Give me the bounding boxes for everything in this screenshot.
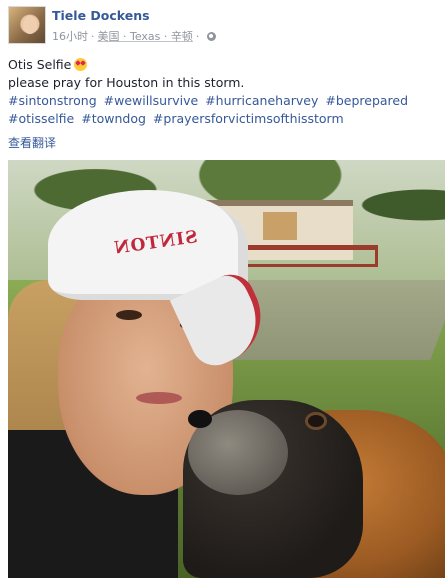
globe-icon[interactable] — [207, 31, 217, 41]
author-avatar[interactable] — [8, 6, 46, 44]
photo-dog-nose — [188, 410, 212, 428]
post-photo[interactable]: SINTON — [8, 160, 445, 578]
photo-woman-mouth — [136, 392, 182, 404]
post-line-1: Otis Selfie — [8, 56, 440, 74]
photo-woman-eye-left — [116, 310, 142, 320]
photo-dog-eye — [308, 415, 324, 427]
hashtag-link[interactable]: #towndog — [81, 111, 146, 126]
meta-separator: · — [91, 29, 95, 43]
heart-eyes-emoji-icon — [74, 58, 88, 71]
hashtag-list: #sintonstrong #wewillsurvive #hurricaneh… — [8, 92, 440, 128]
photo-dog — [183, 390, 445, 578]
hashtag-link[interactable]: #wewillsurvive — [104, 93, 199, 108]
post-text: Otis Selfie please pray for Houston in t… — [8, 56, 440, 128]
hashtag-link[interactable]: #otisselfie — [8, 111, 74, 126]
hashtag-link[interactable]: #beprepared — [325, 93, 408, 108]
hashtag-link[interactable]: #prayersforvictimsofthisstorm — [153, 111, 344, 126]
hashtag-link[interactable]: #hurricaneharvey — [205, 93, 318, 108]
post-meta: 16小时 · 美国 · Texas · 辛顿 · — [52, 28, 217, 44]
meta-separator: · — [195, 29, 200, 43]
photo-trailer — [238, 245, 378, 267]
post-location[interactable]: 美国 · Texas · 辛顿 — [98, 28, 193, 44]
see-translation-link[interactable]: 查看翻译 — [8, 134, 56, 151]
avatar-face — [23, 16, 37, 34]
post-line-2: please pray for Houston in this storm. — [8, 75, 245, 90]
photo-window-board — [263, 212, 297, 240]
post-line-1-text: Otis Selfie — [8, 57, 72, 72]
hashtag-link[interactable]: #sintonstrong — [8, 93, 97, 108]
post-time[interactable]: 16小时 — [52, 28, 88, 44]
author-name[interactable]: Tiele Dockens — [52, 8, 150, 23]
post-card: Tiele Dockens 16小时 · 美国 · Texas · 辛顿 · O… — [0, 0, 448, 578]
